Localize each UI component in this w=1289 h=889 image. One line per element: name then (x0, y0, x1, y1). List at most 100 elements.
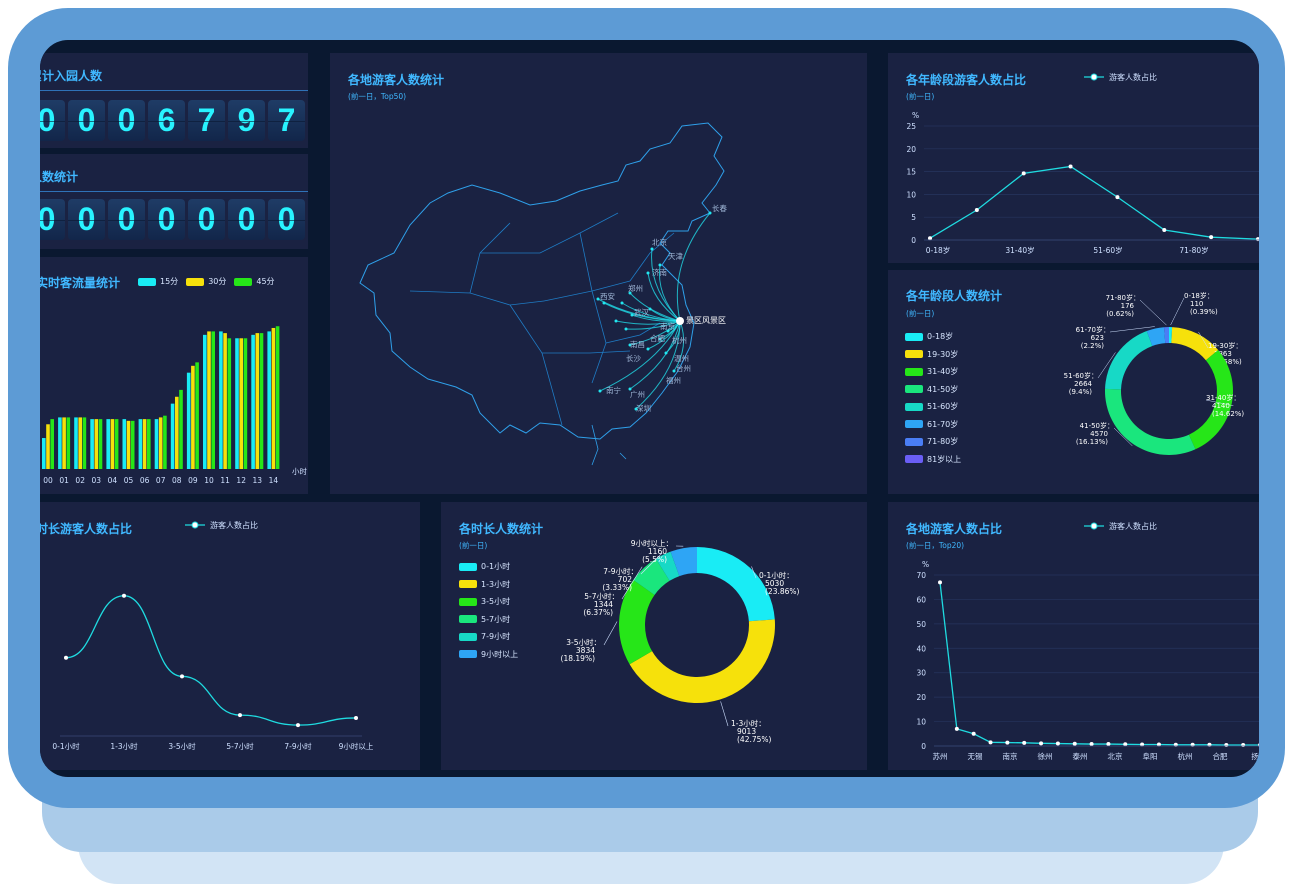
duration-ratio-panel: 时长游客人数占比 0-1小时 1-3小时 3-5小时 5-7小时 7-9小时 9小时以上游… (40, 502, 420, 770)
province-border (480, 212, 619, 254)
bar (46, 424, 50, 469)
series-line (65, 595, 357, 726)
y-tick-label: 15 (906, 168, 916, 177)
slice-label: 71-80岁： (1106, 293, 1140, 302)
island-outline (591, 424, 599, 466)
slice-pct: (0.39%) (1190, 308, 1218, 316)
x-tick-label: 9小时以上 (339, 741, 374, 751)
legend-label: 游客人数占比 (210, 520, 258, 530)
x-tick-label: 71-80岁 (1179, 245, 1208, 255)
x-tick-label: 1-3小时 (110, 741, 138, 751)
city-label: 天津 (668, 252, 683, 261)
slice-pct: (0.62%) (1106, 310, 1134, 318)
bar (186, 372, 191, 469)
counter-digit: 7 (188, 100, 225, 141)
china-map: 景区风景区 长春北京天津济南西安 郑州武汉南京合肥 杭州 南昌长沙 温州台州广州深圳 南宁 福… (359, 122, 727, 466)
slice-label: 51-60岁： (1064, 371, 1098, 380)
donut-slice (629, 619, 775, 703)
data-point (180, 674, 184, 679)
slice-pct: (23.86%) (765, 587, 800, 596)
city-dot (614, 319, 618, 323)
panel-title: 人数统计 (40, 170, 79, 184)
slice-pct: (5.5%) (642, 555, 667, 564)
x-tick-label: 31-40岁 (1005, 245, 1034, 255)
bar (90, 419, 94, 469)
x-tick-label: 北京 (1108, 751, 1124, 761)
bar (50, 419, 54, 469)
bar (175, 396, 179, 469)
x-tick-label: 泰州 (1073, 751, 1088, 761)
map-panel: 各地游客人数统计 (前一日，Top50) 景区风景区 长春 北京 天津 济南 西安 郑州 武汉… (330, 53, 867, 494)
data-point (1224, 743, 1229, 748)
city-label: 温州 (674, 354, 689, 363)
y-tick-label: 50 (916, 620, 926, 629)
bar (78, 417, 82, 469)
y-tick-label: 10 (906, 190, 916, 199)
bar (267, 331, 271, 469)
donut-slice (697, 547, 775, 622)
x-tick-label: 04 (108, 476, 118, 485)
x-tick-label: 08 (172, 476, 182, 485)
y-tick-label: 30 (916, 669, 926, 678)
x-tick-label: 南京 (1003, 751, 1018, 761)
x-tick-label: 11 (220, 476, 230, 485)
legend-marker (1090, 73, 1098, 81)
leader-line (1170, 297, 1185, 326)
x-tick-label: 无锡 (968, 752, 983, 761)
counter-digit: 9 (228, 100, 265, 141)
bar (223, 333, 227, 469)
city-dot (650, 247, 654, 251)
leader-line (603, 621, 618, 646)
counter-digit: 0 (40, 199, 65, 240)
x-tick-label: 01 (59, 476, 69, 485)
panel-title: 累计入园人数 (40, 69, 103, 83)
counter-digit: 0 (68, 100, 105, 141)
data-point (1106, 742, 1111, 747)
slice-value: 110 (1190, 300, 1203, 308)
city-label: 西安 (600, 291, 615, 301)
bar (203, 334, 207, 469)
counter-digit: 0 (228, 199, 265, 240)
y-tick-label: 20 (916, 693, 926, 702)
city-label: 济南 (652, 267, 667, 277)
slice-pct: (42.75%) (737, 735, 772, 744)
x-tick-label: 7-9小时 (284, 741, 312, 751)
data-point (1039, 741, 1044, 746)
city-dot (624, 327, 628, 331)
x-tick-label: 06 (140, 476, 150, 485)
city-label: 郑州 (628, 283, 643, 293)
cumulative-counter: 0006797 (40, 100, 305, 141)
bar (235, 338, 239, 469)
x-tick-label: 12 (236, 476, 246, 485)
bar (239, 338, 243, 469)
data-point (954, 726, 959, 731)
city-label: 武汉 (634, 307, 649, 317)
slice-pct: (3.33%) (602, 583, 632, 592)
duration-donut-chart: 0-1小时：5030(23.86%)1-3小时：9013(42.75%)3-5小… (561, 538, 800, 744)
bar (227, 338, 232, 469)
data-point (988, 740, 993, 745)
bar (94, 419, 99, 469)
slice-value: 2664 (1074, 380, 1092, 388)
y-tick-label: 20 (906, 145, 916, 154)
legend-marker (191, 521, 199, 529)
bar (98, 419, 103, 469)
city-label: 台州 (676, 363, 691, 373)
y-tick-label: 60 (916, 595, 926, 604)
age-donut-chart: 0-18岁：110(0.39%)19-30岁：1863(6.58%)31-40岁… (1064, 291, 1244, 455)
x-tick-label: 05 (124, 476, 134, 485)
region-ratio-panel: 各地游客人数占比 (前一日，Top20) 0 10 20 30 40 50 60 70% 苏州无… (888, 502, 1259, 770)
counter-digit: 0 (108, 100, 145, 141)
slice-label: 19-30岁： (1208, 341, 1242, 350)
axis-unit: 小时 (292, 466, 307, 476)
bar (255, 333, 260, 469)
counter-digit: 6 (148, 100, 185, 141)
x-tick-label: 0-1小时 (52, 741, 80, 751)
x-tick-label: 07 (156, 476, 166, 485)
data-point (354, 715, 358, 720)
leader-line (1139, 299, 1167, 326)
bar (106, 419, 110, 469)
bar (271, 327, 276, 469)
slice-label: 31-40岁： (1206, 393, 1240, 402)
series-line (939, 582, 1259, 746)
